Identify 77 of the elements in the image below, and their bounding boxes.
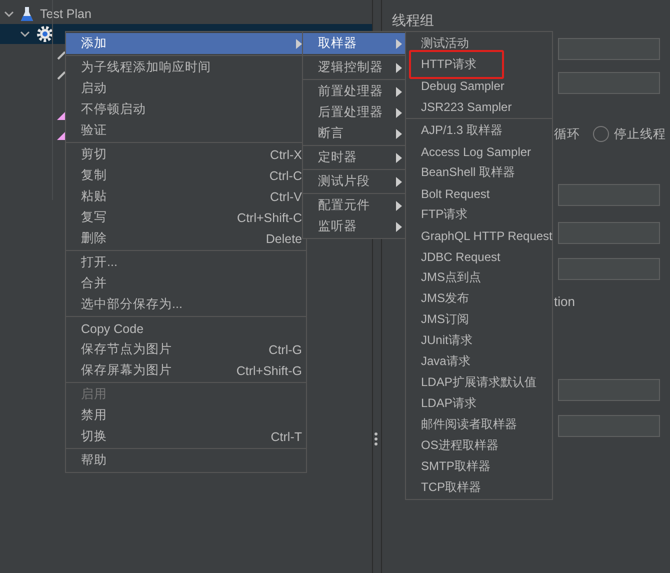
menu-item[interactable]: JDBC Request: [406, 246, 552, 267]
menu-item[interactable]: 合并: [66, 273, 306, 294]
menu-item[interactable]: LDAP扩展请求默认值: [406, 372, 552, 393]
menu-item[interactable]: 剪切 Ctrl-X: [66, 144, 306, 165]
input-field[interactable]: [558, 222, 660, 244]
submenu-arrow-icon: [396, 152, 402, 162]
menu-item[interactable]: 取样器: [303, 33, 406, 54]
flask-icon: [20, 6, 34, 22]
menu-item[interactable]: AJP/1.3 取样器: [406, 120, 552, 141]
menu-item[interactable]: JSR223 Sampler: [406, 96, 552, 117]
radio-button[interactable]: [593, 126, 609, 142]
menu-item[interactable]: Java请求: [406, 351, 552, 372]
menu-item[interactable]: 打开...: [66, 252, 306, 273]
menu-item[interactable]: GraphQL HTTP Request: [406, 225, 552, 246]
menu-item[interactable]: 禁用: [66, 405, 306, 426]
splitter-handle-icon[interactable]: [374, 432, 378, 446]
panel-title: 线程组: [392, 12, 435, 30]
submenu-arrow-icon: [396, 62, 402, 72]
input-field[interactable]: [558, 184, 660, 206]
radio-label: 停止线程: [614, 126, 666, 142]
gear-icon: [36, 25, 54, 43]
menu-item[interactable]: 保存节点为图片 Ctrl-G: [66, 339, 306, 360]
triangle-icon: [57, 112, 65, 120]
menu-item[interactable]: 删除 Delete: [66, 228, 306, 249]
menu-item[interactable]: JUnit请求: [406, 330, 552, 351]
menu-item[interactable]: 逻辑控制器: [303, 57, 406, 78]
submenu-arrow-icon: [296, 38, 302, 48]
submenu-arrow-icon: [396, 222, 402, 232]
menu-item[interactable]: Bolt Request: [406, 183, 552, 204]
submenu-arrow-icon: [396, 108, 402, 118]
menu-item[interactable]: JMS订阅: [406, 309, 552, 330]
menu-item[interactable]: 切换 Ctrl-T: [66, 426, 306, 447]
submenu-arrow-icon: [396, 176, 402, 186]
menu-item[interactable]: 前置处理器: [303, 81, 406, 102]
submenu-arrow-icon: [396, 128, 402, 138]
input-field[interactable]: [558, 72, 660, 94]
menu-item[interactable]: 保存屏幕为图片 Ctrl+Shift-G: [66, 360, 306, 381]
menu-item[interactable]: 帮助: [66, 450, 306, 471]
menu-item[interactable]: 复制 Ctrl-C: [66, 165, 306, 186]
menu-item[interactable]: BeanShell 取样器: [406, 162, 552, 183]
menu-item[interactable]: FTP请求: [406, 204, 552, 225]
input-field[interactable]: [558, 258, 660, 280]
menu-item[interactable]: 配置元件: [303, 195, 406, 216]
input-field[interactable]: [558, 415, 660, 437]
menu-item[interactable]: 监听器: [303, 216, 406, 237]
menu-item[interactable]: Copy Code: [66, 318, 306, 339]
option-label: tion: [554, 294, 575, 309]
menu-item[interactable]: SMTP取样器: [406, 456, 552, 477]
menu-item[interactable]: 验证: [66, 120, 306, 141]
menu-item[interactable]: Access Log Sampler: [406, 141, 552, 162]
loop-label: 循环: [554, 126, 580, 142]
input-field[interactable]: [558, 379, 660, 401]
input-field[interactable]: [558, 38, 660, 60]
menu-item[interactable]: 邮件阅读者取样器: [406, 414, 552, 435]
menu-item[interactable]: 测试片段: [303, 171, 406, 192]
menu-item[interactable]: LDAP请求: [406, 393, 552, 414]
menu-item[interactable]: 粘贴 Ctrl-V: [66, 186, 306, 207]
submenu-arrow-icon: [396, 38, 402, 48]
tree-node-label[interactable]: Test Plan: [40, 7, 92, 21]
menu-item[interactable]: 为子线程添加响应时间: [66, 57, 306, 78]
menu-item[interactable]: 复写 Ctrl+Shift-C: [66, 207, 306, 228]
chevron-icon[interactable]: [4, 9, 14, 19]
menu-item[interactable]: 后置处理器: [303, 102, 406, 123]
menu-item[interactable]: 断言: [303, 123, 406, 144]
menu-item[interactable]: JMS点到点: [406, 267, 552, 288]
submenu-arrow-icon: [396, 86, 402, 96]
triangle-icon: [57, 132, 65, 140]
menu-item[interactable]: 启动: [66, 78, 306, 99]
submenu-arrow-icon: [396, 200, 402, 210]
menu-item[interactable]: 不停顿启动: [66, 99, 306, 120]
menu-item[interactable]: TCP取样器: [406, 477, 552, 498]
menu-item[interactable]: 选中部分保存为...: [66, 294, 306, 315]
chevron-icon[interactable]: [20, 29, 30, 39]
menu-item[interactable]: OS进程取样器: [406, 435, 552, 456]
menu-item[interactable]: 定时器: [303, 147, 406, 168]
menu-item[interactable]: JMS发布: [406, 288, 552, 309]
highlight-box: HTTP请求: [409, 50, 504, 79]
